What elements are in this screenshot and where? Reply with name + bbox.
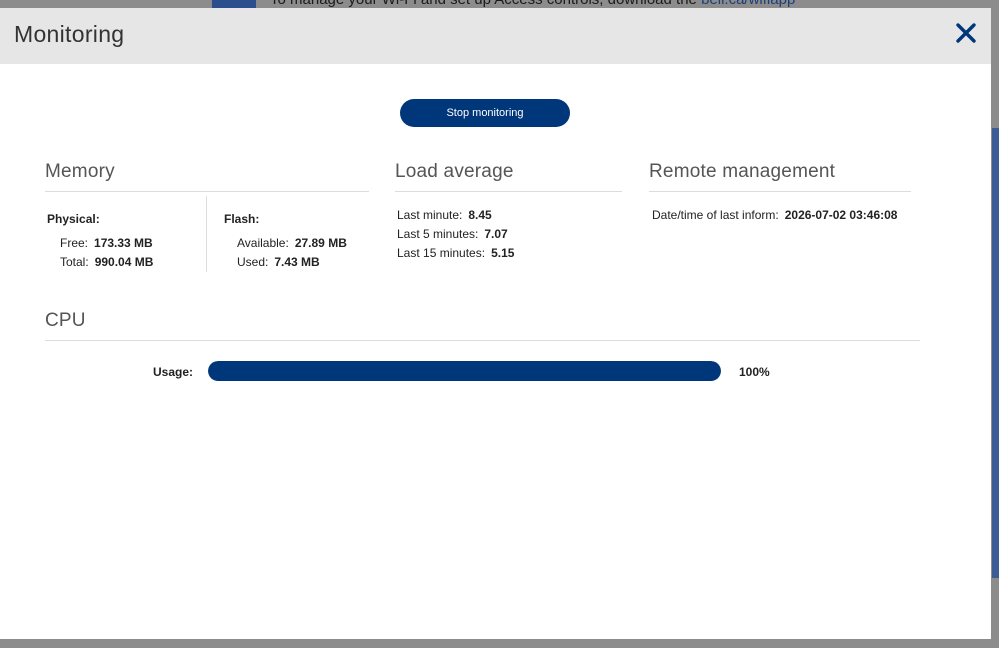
memory-column-divider: [206, 196, 207, 272]
monitoring-modal: Monitoring Stop monitoring Memory Physic…: [0, 8, 991, 639]
cpu-divider: [45, 340, 920, 341]
physical-total-value: 990.04 MB: [94, 255, 154, 269]
last-inform-label: Date/time of last inform:: [652, 208, 779, 222]
physical-free: Free: 173.33 MB: [60, 236, 153, 250]
flash-available-label: Available:: [237, 236, 289, 250]
flash-used: Used: 7.43 MB: [237, 255, 320, 269]
flash-label: Flash:: [224, 212, 260, 226]
load-average-divider: [395, 191, 622, 192]
physical-free-label: Free:: [60, 236, 89, 250]
flash-available: Available: 27.89 MB: [237, 236, 347, 250]
last-inform: Date/time of last inform: 2026-07-02 03:4…: [652, 208, 897, 222]
cpu-usage-fill: [208, 361, 721, 381]
modal-title: Monitoring: [14, 21, 125, 47]
load-average-title: Load average: [395, 161, 514, 182]
remote-management-title: Remote management: [649, 161, 836, 182]
cpu-usage-label: Usage:: [153, 365, 194, 379]
cpu-usage-bar: [208, 361, 721, 381]
load-last-minute-label: Last minute:: [397, 208, 463, 222]
stop-monitoring-button[interactable]: Stop monitoring: [400, 99, 570, 127]
physical-free-value: 173.33 MB: [94, 236, 153, 250]
banner-text: To manage your Wi-Fi and set up Access c…: [270, 0, 697, 8]
load-last-minute-value: 8.45: [468, 208, 492, 222]
physical-label: Physical:: [47, 212, 100, 226]
memory-divider: [45, 191, 369, 192]
modal-header: Monitoring: [0, 8, 991, 64]
load-last-5-value: 7.07: [484, 227, 508, 241]
last-inform-value: 2026-07-02 03:46:08: [784, 208, 898, 222]
load-last-15-value: 5.15: [491, 246, 515, 260]
load-last-5-label: Last 5 minutes:: [397, 227, 479, 241]
close-icon[interactable]: [955, 22, 977, 44]
physical-total-label: Total:: [60, 255, 89, 269]
background-banner-text: To manage your Wi-Fi and set up Access c…: [270, 0, 795, 8]
flash-available-value: 27.89 MB: [294, 236, 347, 250]
cpu-title: CPU: [45, 310, 86, 331]
cpu-usage-percent: 100%: [739, 365, 770, 379]
memory-title: Memory: [45, 161, 115, 182]
load-last-minute: Last minute: 8.45: [397, 208, 492, 222]
load-last-15-label: Last 15 minutes:: [397, 246, 486, 260]
physical-total: Total: 990.04 MB: [60, 255, 153, 269]
background-strip: [992, 128, 999, 578]
load-last-15: Last 15 minutes: 5.15: [397, 246, 514, 260]
flash-used-label: Used:: [237, 255, 269, 269]
load-last-5: Last 5 minutes: 7.07: [397, 227, 508, 241]
banner-link[interactable]: bell.ca/wifiapp: [701, 0, 795, 8]
flash-used-value: 7.43 MB: [274, 255, 320, 269]
remote-management-divider: [649, 191, 911, 192]
